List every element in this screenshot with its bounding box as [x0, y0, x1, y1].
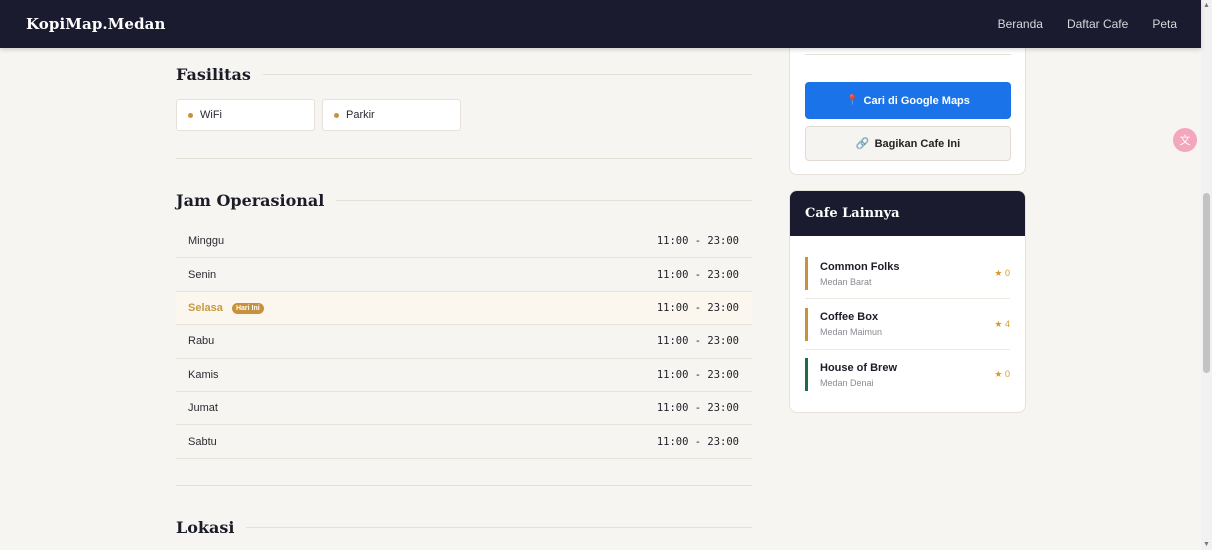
actions-card: 📍 Cari di Google Maps 🔗 Bagikan Cafe Ini [789, 40, 1026, 175]
hours-title: Jam Operasional [176, 191, 325, 210]
cafe-rating: ★ 4 [994, 318, 1010, 329]
hours-row-today: Selasa Hari Ini 11:00 - 23:00 [176, 291, 752, 326]
hours-row: Rabu 11:00 - 23:00 [176, 325, 752, 359]
hours-heading: Jam Operasional [176, 191, 752, 210]
scroll-up-icon[interactable]: ▲ [1201, 0, 1212, 11]
cafe-item[interactable]: Common Folks Medan Barat ★ 0 [805, 257, 1010, 299]
other-cafes-card: Cafe Lainnya Common Folks Medan Barat ★ … [789, 190, 1026, 413]
day-label: Jumat [188, 402, 218, 415]
top-navbar: KopiMap.Medan Beranda Daftar Cafe Peta [0, 0, 1201, 48]
time-value: 11:00 - 23:00 [656, 335, 739, 348]
nav-link-daftar-cafe[interactable]: Daftar Cafe [1067, 17, 1128, 31]
facility-chip: Parkir [322, 99, 461, 131]
translate-icon[interactable]: 文 [1173, 128, 1197, 152]
hours-row: Kamis 11:00 - 23:00 [176, 359, 752, 392]
cafe-rating: ★ 0 [994, 369, 1010, 379]
time-value: 11:00 - 23:00 [656, 402, 739, 415]
scroll-thumb[interactable] [1203, 193, 1210, 373]
divider [336, 200, 752, 201]
maps-button-label: Cari di Google Maps [863, 94, 970, 107]
brand-logo[interactable]: KopiMap.Medan [26, 15, 166, 33]
time-value: 11:00 - 23:00 [656, 268, 739, 281]
facility-chip: WiFi [176, 99, 315, 131]
nav-link-peta[interactable]: Peta [1152, 17, 1177, 31]
time-value: 11:00 - 23:00 [656, 235, 739, 248]
google-maps-button[interactable]: 📍 Cari di Google Maps [805, 82, 1011, 119]
share-button-label: Bagikan Cafe Ini [874, 137, 961, 150]
day-label: Selasa [188, 301, 223, 314]
facility-label: WiFi [200, 109, 222, 121]
day-label: Sabtu [188, 435, 217, 448]
facilities-heading: Fasilitas [176, 65, 752, 84]
nav-link-beranda[interactable]: Beranda [998, 17, 1043, 31]
divider [262, 74, 752, 75]
cafe-rating: ★ 0 [994, 268, 1010, 278]
divider [246, 527, 752, 528]
hours-row: Jumat 11:00 - 23:00 [176, 392, 752, 426]
today-badge: Hari Ini [231, 302, 264, 314]
hours-row: Senin 11:00 - 23:00 [176, 258, 752, 292]
section-separator [176, 485, 752, 486]
time-value: 11:00 - 23:00 [656, 368, 739, 381]
link-icon: 🔗 [855, 138, 870, 150]
day-label: Senin [188, 268, 217, 281]
time-value: 11:00 - 23:00 [656, 301, 739, 314]
day-label: Kamis [188, 368, 219, 381]
cafe-area: Medan Barat [820, 276, 872, 287]
cafe-name: House of Brew [820, 361, 898, 374]
location-heading: Lokasi [176, 518, 752, 537]
location-title: Lokasi [176, 518, 235, 537]
section-separator [176, 158, 752, 159]
bullet-dot-icon [334, 112, 339, 118]
cafe-area: Medan Denai [820, 377, 874, 388]
hours-row: Minggu 11:00 - 23:00 [176, 225, 752, 259]
facilities-list: WiFi Parkir [176, 99, 461, 131]
scrollbar[interactable]: ▲ ▼ [1201, 0, 1212, 550]
other-cafes-title: Cafe Lainnya [790, 191, 1025, 236]
facilities-title: Fasilitas [176, 65, 251, 84]
day-label: Minggu [188, 235, 225, 248]
nav-links: Beranda Daftar Cafe Peta [998, 17, 1177, 31]
cafe-name: Coffee Box [820, 311, 879, 323]
hours-table: Minggu 11:00 - 23:00 Senin 11:00 - 23:00… [176, 225, 752, 459]
day-label: Rabu [188, 335, 215, 348]
bullet-dot-icon [188, 112, 193, 118]
cafe-item[interactable]: House of Brew Medan Denai ★ 0 [805, 358, 1010, 391]
scroll-down-icon[interactable]: ▼ [1201, 539, 1212, 550]
share-cafe-button[interactable]: 🔗 Bagikan Cafe Ini [805, 126, 1011, 161]
cafe-name: Common Folks [820, 260, 900, 273]
hours-row: Sabtu 11:00 - 23:00 [176, 425, 752, 459]
divider [805, 54, 1011, 55]
pin-icon: 📍 [846, 95, 859, 106]
other-cafes-list: Common Folks Medan Barat ★ 0 Coffee Box … [790, 236, 1025, 391]
cafe-area: Medan Maimun [820, 327, 883, 337]
time-value: 11:00 - 23:00 [656, 435, 739, 448]
facility-label: Parkir [346, 109, 375, 121]
cafe-item[interactable]: Coffee Box Medan Maimun ★ 4 [805, 307, 1010, 350]
